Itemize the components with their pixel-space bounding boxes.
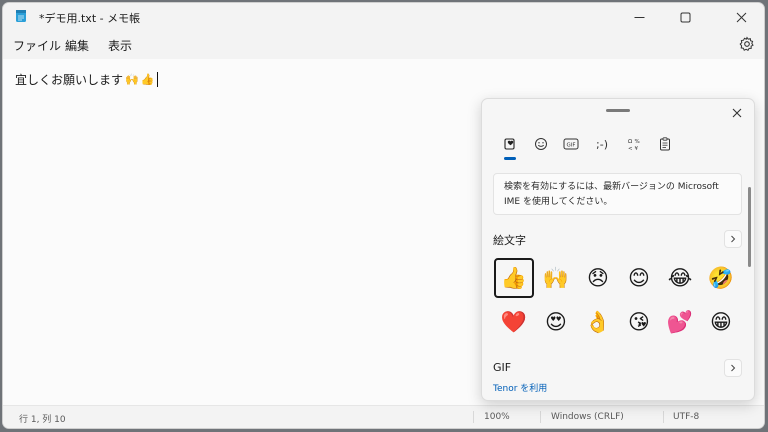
emoji-tears-of-joy[interactable]: 😂 (660, 258, 700, 298)
panel-drag-handle[interactable] (606, 109, 630, 112)
menu-bar: ファイル 編集 表示 (3, 31, 764, 59)
ime-notice-line1: 検索を有効にするには、最新バージョンの Microsoft (504, 182, 719, 192)
tab-kaomoji[interactable]: ;-) (591, 135, 613, 153)
cursor-position: 行 1, 列 10 (19, 415, 66, 425)
tab-symbols[interactable]: Ω % < ¥ (623, 135, 645, 153)
emoji-heart-eyes[interactable]: 😍 (536, 302, 576, 342)
raising-hands-emoji-inline: 🙌 (125, 73, 139, 86)
emoji-red-heart[interactable]: ❤️ (494, 302, 534, 342)
emoji-grinning[interactable]: 😁 (701, 302, 741, 342)
maximize-button[interactable] (662, 3, 708, 31)
ime-notice-line2: IME を使用してください。 (504, 197, 613, 207)
notepad-app-icon (16, 10, 26, 22)
symbols-icon: Ω % < ¥ (628, 139, 640, 151)
clipboard-icon (660, 137, 670, 151)
status-divider (663, 411, 664, 423)
close-icon (736, 12, 746, 22)
tenor-link[interactable]: Tenor を利用 (493, 381, 547, 394)
close-window-button[interactable] (718, 3, 764, 31)
emoji-disappointed[interactable]: 😞 (578, 258, 618, 298)
tab-gif[interactable]: GIF (560, 135, 582, 153)
editor-text-line: 宜しくお願いします (15, 73, 124, 87)
status-bar: 行 1, 列 10 100% Windows (CRLF) UTF-8 (3, 405, 764, 428)
encoding: UTF-8 (673, 412, 700, 422)
status-divider (540, 411, 541, 423)
emoji-section-title: 絵文字 (493, 234, 526, 247)
emoji-raising-hands[interactable]: 🙌 (536, 258, 576, 298)
emoji-two-hearts[interactable]: 💕 (660, 302, 700, 342)
minimize-icon (634, 16, 644, 18)
line-ending: Windows (CRLF) (551, 412, 624, 422)
tab-emoji[interactable] (530, 135, 552, 153)
emoji-smiling[interactable]: 😊 (619, 258, 659, 298)
maximize-icon (680, 12, 690, 22)
tab-recent[interactable] (499, 135, 521, 153)
emoji-blowing-kiss[interactable]: 😘 (619, 302, 659, 342)
window-title: *デモ用.txt - メモ帳 (39, 12, 141, 25)
minimize-button[interactable] (616, 3, 662, 31)
active-tab-indicator (504, 157, 516, 160)
ime-notice: 検索を有効にするには、最新バージョンの Microsoft IME を使用してく… (493, 173, 742, 215)
emoji-section-expand-button[interactable] (724, 230, 742, 248)
menu-edit[interactable]: 編集 (65, 37, 89, 54)
editor-content: 宜しくお願いします 🙌 👍 (15, 71, 159, 88)
emoji-rolling-laughing[interactable]: 🤣 (701, 258, 741, 298)
emoji-panel: GIF ;-) Ω % < ¥ 検索を有効にするには、最新バージョンの Micr… (481, 98, 755, 401)
emoji-ok-hand[interactable]: 👌 (578, 302, 618, 342)
chevron-right-icon (731, 364, 736, 372)
menu-file[interactable]: ファイル (13, 37, 61, 54)
status-divider (473, 411, 474, 423)
chevron-right-icon (731, 235, 736, 243)
title-bar[interactable]: *デモ用.txt - メモ帳 (3, 3, 764, 31)
svg-text:%: % (635, 139, 640, 145)
svg-text:¥: ¥ (635, 146, 639, 151)
thumbs-up-emoji-inline: 👍 (140, 73, 155, 86)
panel-scrollbar[interactable] (748, 187, 751, 267)
svg-text:GIF: GIF (566, 143, 575, 149)
svg-text:<: < (628, 146, 633, 151)
tab-clipboard[interactable] (654, 135, 676, 153)
heart-clipboard-icon (504, 138, 515, 150)
menu-view[interactable]: 表示 (108, 37, 132, 54)
text-caret (157, 72, 159, 87)
panel-close-button[interactable] (728, 104, 746, 122)
zoom-level: 100% (484, 412, 510, 422)
svg-text:Ω: Ω (628, 139, 632, 145)
settings-gear-icon[interactable] (739, 36, 755, 52)
gif-section-expand-button[interactable] (724, 359, 742, 377)
gif-icon: GIF (563, 138, 579, 150)
emoji-thumbs-up[interactable]: 👍 (494, 258, 534, 298)
smiley-icon (535, 138, 547, 150)
gif-section-title: GIF (493, 361, 512, 374)
close-icon (732, 108, 742, 118)
